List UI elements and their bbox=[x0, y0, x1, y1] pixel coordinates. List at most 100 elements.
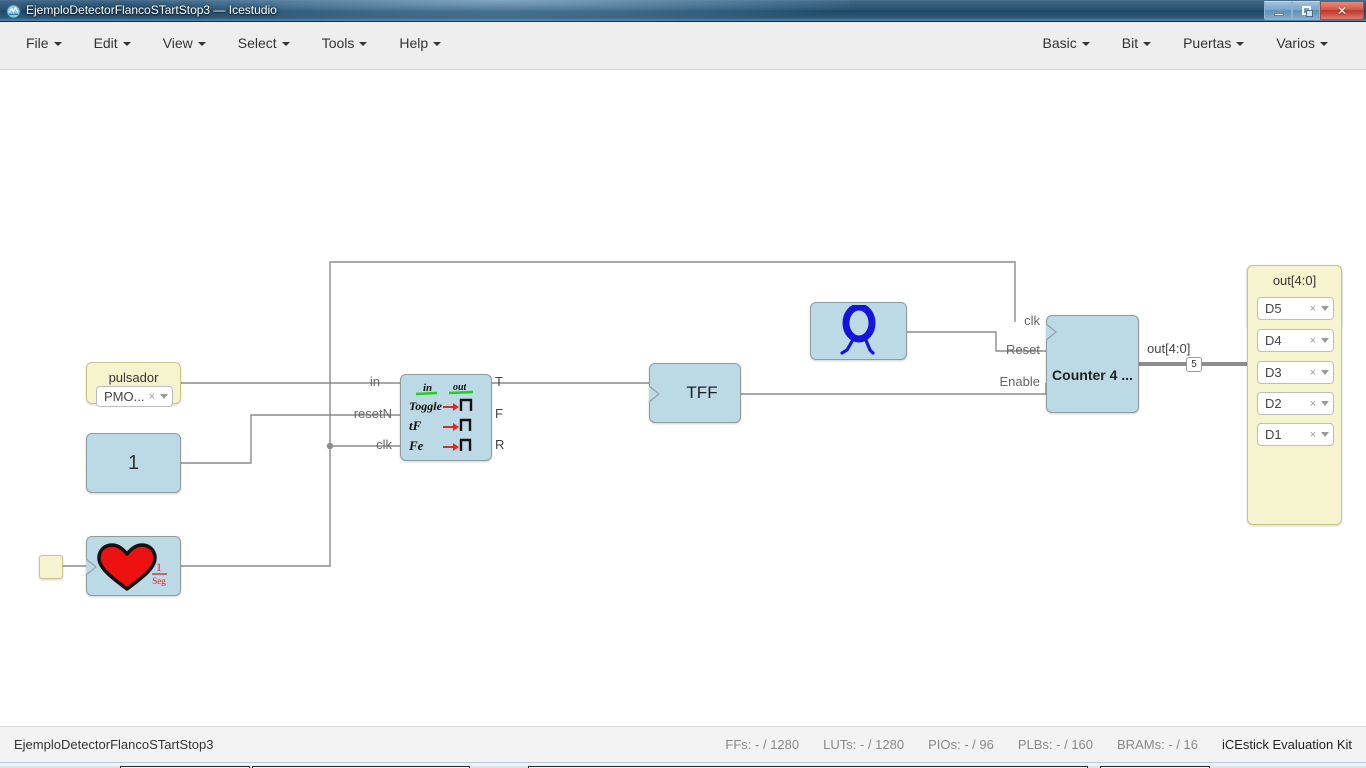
bus-width-badge: 5 bbox=[1186, 357, 1202, 372]
resource-ffs-label: FFs: bbox=[725, 737, 752, 752]
resource-ffs: FFs: - / 1280 bbox=[725, 737, 799, 752]
restore-button[interactable] bbox=[1292, 1, 1320, 20]
output-pin-select-d2[interactable]: D2 × bbox=[1257, 392, 1334, 415]
block-heart-clock[interactable]: 1 Seg bbox=[86, 536, 181, 596]
chevron-down-icon bbox=[433, 42, 442, 46]
tff-label: TFF bbox=[686, 383, 718, 402]
edge-detector-sketch-icon: in out Toggle tF Fe bbox=[408, 382, 474, 453]
chevron-down-icon[interactable] bbox=[1321, 306, 1329, 311]
clear-icon[interactable]: × bbox=[1310, 303, 1316, 315]
chevron-down-icon[interactable] bbox=[160, 394, 168, 399]
statusbar-resources: FFs: - / 1280 LUTs: - / 1280 PIOs: - / 9… bbox=[725, 737, 1352, 752]
output-pin-select-d4[interactable]: D4 × bbox=[1257, 329, 1334, 352]
chevron-down-icon bbox=[1236, 42, 1245, 46]
output-pin-label-d3: D3 bbox=[1265, 365, 1282, 380]
resource-pios-label: PIOs: bbox=[928, 737, 961, 752]
edge-detector-output-t-label: T bbox=[495, 374, 503, 389]
clock-input-marker-icon bbox=[86, 558, 97, 576]
svg-text:Fe: Fe bbox=[408, 438, 424, 453]
resource-plbs: PLBs: - / 160 bbox=[1018, 737, 1093, 752]
wire-one-to-resetn bbox=[181, 414, 400, 464]
pulsador-title: pulsador bbox=[108, 370, 159, 385]
output-pin-select-d1[interactable]: D1 × bbox=[1257, 423, 1334, 446]
menu-bit[interactable]: Bit bbox=[1106, 22, 1167, 64]
block-constant-one[interactable]: 1 bbox=[86, 433, 181, 493]
chevron-down-icon[interactable] bbox=[1321, 370, 1329, 375]
resource-brams-label: BRAMs: bbox=[1117, 737, 1165, 752]
os-taskbar[interactable] bbox=[0, 762, 1366, 768]
block-tff[interactable]: TFF bbox=[649, 363, 741, 423]
output-pin-label-d2: D2 bbox=[1265, 396, 1282, 411]
output-pin-label-d1: D1 bbox=[1265, 427, 1282, 442]
menubar-right-group: Basic Bit Puertas Varios bbox=[1027, 22, 1344, 64]
clear-icon[interactable]: × bbox=[1310, 367, 1316, 379]
menu-basic[interactable]: Basic bbox=[1027, 22, 1106, 64]
clear-icon[interactable]: × bbox=[149, 391, 155, 403]
pulsador-pin-select[interactable]: PMO... × bbox=[96, 386, 173, 407]
output-pin-select-d5[interactable]: D5 × bbox=[1257, 297, 1334, 320]
statusbar-project-name: EjemploDetectorFlancoSTartStop3 bbox=[14, 737, 214, 752]
block-counter[interactable]: Counter 4 ... bbox=[1046, 315, 1139, 413]
block-output-group[interactable]: out[4:0] D5 × D4 × D3 × D2 × D1 × bbox=[1247, 265, 1342, 525]
chevron-down-icon bbox=[122, 42, 131, 46]
menu-edit[interactable]: Edit bbox=[78, 22, 147, 64]
block-zero[interactable] bbox=[810, 302, 907, 360]
output-pin-label-d5: D5 bbox=[1265, 301, 1282, 316]
pulsador-pin-value: PMO... bbox=[104, 389, 145, 404]
resource-brams: BRAMs: - / 16 bbox=[1117, 737, 1198, 752]
output-pin-select-d3[interactable]: D3 × bbox=[1257, 361, 1334, 384]
chevron-down-icon bbox=[281, 42, 290, 46]
chevron-down-icon bbox=[359, 42, 368, 46]
menubar: File Edit View Select Tools Help Basic B… bbox=[0, 22, 1366, 70]
minimize-icon bbox=[1274, 13, 1284, 16]
menu-edit-label: Edit bbox=[93, 35, 118, 51]
menu-tools-label: Tools bbox=[321, 35, 355, 51]
resource-plbs-label: PLBs: bbox=[1017, 737, 1053, 752]
menu-puertas[interactable]: Puertas bbox=[1167, 22, 1260, 64]
window-title: EjemploDetectorFlancoSTartStop3 — Icestu… bbox=[26, 3, 277, 17]
schematic-canvas[interactable]: pulsador PMO... × 1 1 Seg in resetN clk … bbox=[0, 70, 1366, 726]
clock-input-marker-icon bbox=[1046, 323, 1057, 341]
chevron-down-icon bbox=[1143, 42, 1152, 46]
counter-input-clk-label: clk bbox=[1024, 313, 1040, 328]
edge-detector-input-clk-label: clk bbox=[376, 437, 392, 452]
svg-text:tF: tF bbox=[409, 418, 422, 433]
clear-icon[interactable]: × bbox=[1310, 335, 1316, 347]
clear-icon[interactable]: × bbox=[1310, 398, 1316, 410]
menu-select-label: Select bbox=[237, 35, 277, 51]
menu-varios[interactable]: Varios bbox=[1260, 22, 1344, 64]
chevron-down-icon[interactable] bbox=[1321, 432, 1329, 437]
chevron-down-icon bbox=[1081, 42, 1090, 46]
block-pulsador[interactable]: pulsador PMO... × bbox=[86, 362, 181, 407]
edge-detector-input-in-label: in bbox=[369, 374, 380, 389]
chevron-down-icon[interactable] bbox=[1321, 338, 1329, 343]
input-pin-stub[interactable] bbox=[39, 555, 63, 579]
icestudio-window: EjemploDetectorFlancoSTartStop3 — Icestu… bbox=[0, 0, 1366, 768]
walking-zero-icon bbox=[839, 305, 875, 355]
menu-view[interactable]: View bbox=[147, 22, 222, 64]
window-controls: ✕ bbox=[1264, 1, 1364, 20]
wire-junction-dot bbox=[326, 442, 334, 450]
clear-icon[interactable]: × bbox=[1310, 429, 1316, 441]
counter-input-enable-label: Enable bbox=[999, 374, 1040, 389]
menu-file[interactable]: File bbox=[10, 22, 78, 64]
statusbar-board[interactable]: iCEstick Evaluation Kit bbox=[1222, 737, 1352, 752]
window-titlebar: EjemploDetectorFlancoSTartStop3 — Icestu… bbox=[0, 0, 1366, 22]
resource-plbs-value: - / 160 bbox=[1056, 737, 1094, 752]
icestudio-icon bbox=[6, 4, 21, 19]
svg-text:Toggle: Toggle bbox=[409, 399, 443, 413]
constant-one-label: 1 bbox=[127, 451, 140, 474]
close-icon: ✕ bbox=[1336, 3, 1348, 18]
block-edge-detector[interactable]: in out Toggle tF Fe bbox=[400, 374, 492, 461]
clock-input-marker-icon bbox=[649, 385, 660, 403]
minimize-button[interactable] bbox=[1264, 1, 1292, 20]
menu-help[interactable]: Help bbox=[383, 22, 457, 64]
chevron-down-icon[interactable] bbox=[1321, 401, 1329, 406]
resource-pios: PIOs: - / 96 bbox=[928, 737, 994, 752]
resource-luts-label: LUTs: bbox=[823, 737, 857, 752]
resource-pios-value: - / 96 bbox=[964, 737, 994, 752]
menu-tools[interactable]: Tools bbox=[306, 22, 384, 64]
output-group-header: out[4:0] bbox=[1272, 273, 1317, 288]
close-button[interactable]: ✕ bbox=[1320, 1, 1364, 20]
menu-select[interactable]: Select bbox=[222, 22, 306, 64]
